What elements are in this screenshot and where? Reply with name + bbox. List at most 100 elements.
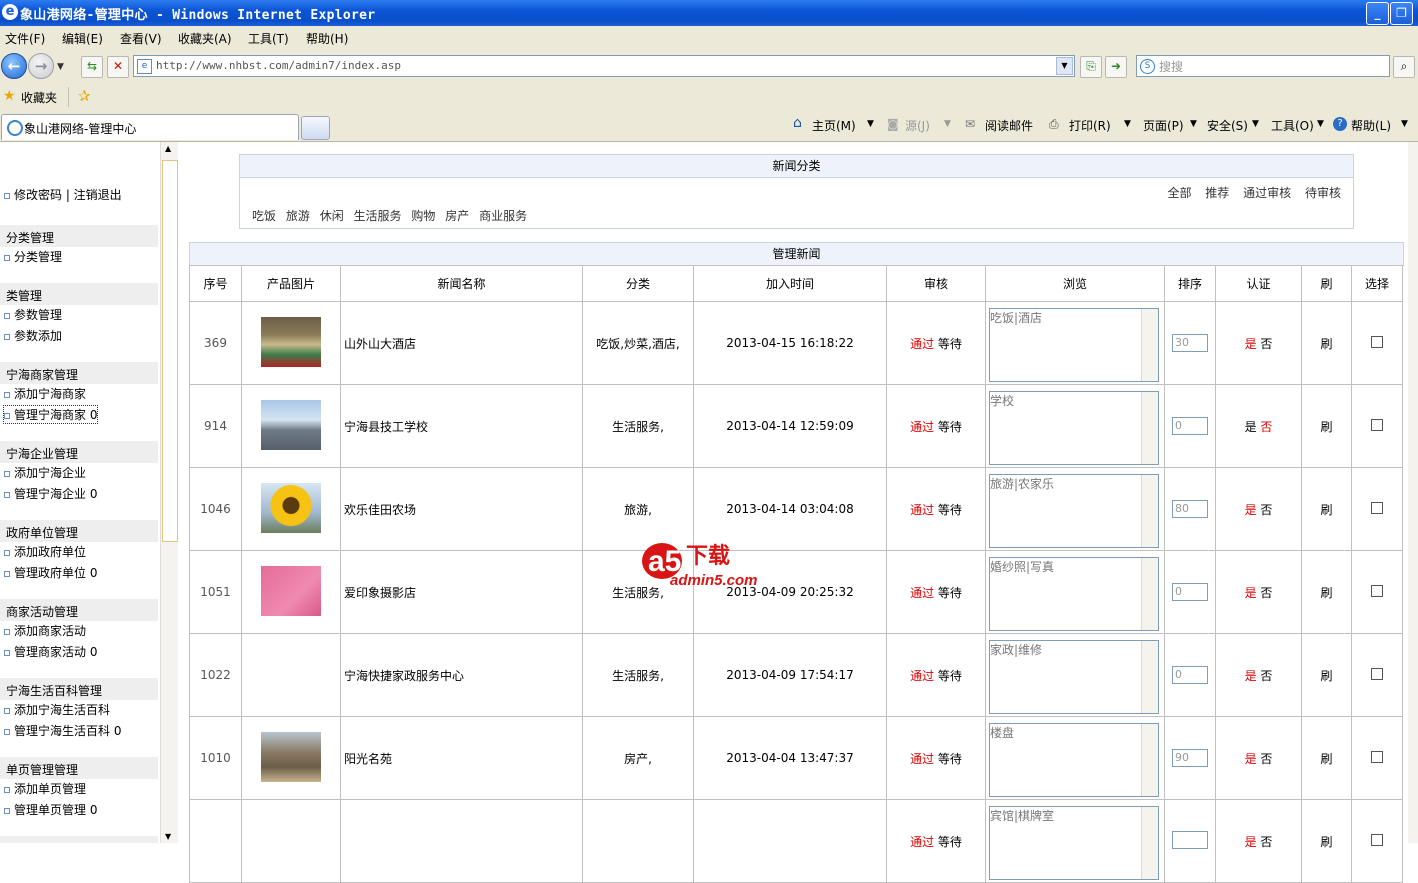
home-dropdown-icon[interactable]: ▼ bbox=[867, 119, 874, 129]
sort-input[interactable]: 80 bbox=[1172, 500, 1208, 518]
row-refresh[interactable]: 刷 bbox=[1301, 550, 1352, 634]
sort-input[interactable]: 0 bbox=[1172, 583, 1208, 601]
sidebar-item-enterprise-manage[interactable]: 管理宁海企业 0 bbox=[4, 485, 97, 502]
row-refresh[interactable]: 刷 bbox=[1301, 799, 1352, 883]
sort-input[interactable]: 0 bbox=[1172, 417, 1208, 435]
safety-command[interactable]: 安全(S) bbox=[1207, 117, 1248, 134]
sidebar-scroll-thumb[interactable] bbox=[162, 160, 178, 542]
select-checkbox[interactable] bbox=[1371, 833, 1383, 846]
approve-link[interactable]: 通过 bbox=[910, 586, 934, 600]
add-favorite-icon[interactable]: ✰ bbox=[78, 87, 91, 105]
cert-yes-link[interactable]: 是 bbox=[1245, 337, 1257, 351]
category-link[interactable]: 旅游 bbox=[286, 209, 310, 223]
print-dropdown-icon[interactable]: ▼ bbox=[1124, 119, 1131, 129]
cert-yes-link[interactable]: 是 bbox=[1245, 503, 1257, 517]
help-dropdown-icon[interactable]: ▼ bbox=[1401, 119, 1408, 129]
menu-favorites[interactable]: 收藏夹(A) bbox=[178, 30, 232, 47]
tab-active[interactable]: 象山港网络-管理中心 bbox=[1, 114, 299, 140]
row-name[interactable]: 山外山大酒店 bbox=[340, 301, 583, 385]
row-refresh[interactable]: 刷 bbox=[1301, 633, 1352, 717]
search-icon[interactable]: ⌕ bbox=[1393, 56, 1415, 78]
new-tab-button[interactable] bbox=[301, 116, 330, 140]
tags-textarea[interactable]: 宾馆|棋牌室 bbox=[989, 806, 1159, 880]
sidebar-item-life-add[interactable]: 添加宁海生活百科 bbox=[4, 701, 110, 718]
select-checkbox[interactable] bbox=[1371, 750, 1383, 763]
select-checkbox[interactable] bbox=[1371, 501, 1383, 514]
menu-tools[interactable]: 工具(T) bbox=[248, 30, 289, 47]
tools-dropdown-icon[interactable]: ▼ bbox=[1317, 119, 1324, 129]
search-field[interactable]: S 搜搜 bbox=[1136, 55, 1390, 77]
scroll-down-icon[interactable]: ▼ bbox=[165, 832, 171, 841]
sidebar-item-government-manage[interactable]: 管理政府单位 0 bbox=[4, 564, 97, 581]
row-name[interactable]: 宁海快捷家政服务中心 bbox=[340, 633, 583, 717]
row-refresh[interactable]: 刷 bbox=[1301, 467, 1352, 551]
cert-yes-link[interactable]: 是 bbox=[1245, 586, 1257, 600]
approve-link[interactable]: 通过 bbox=[910, 669, 934, 683]
compat-view-icon[interactable]: ⎘ bbox=[1080, 56, 1102, 78]
menu-help[interactable]: 帮助(H) bbox=[306, 30, 348, 47]
go-icon[interactable]: ➜ bbox=[1105, 56, 1127, 78]
row-name[interactable]: 阳光名苑 bbox=[340, 716, 583, 800]
back-button[interactable]: ← bbox=[1, 53, 27, 79]
sidebar-item-enterprise-add[interactable]: 添加宁海企业 bbox=[4, 464, 86, 481]
sidebar-item-life-manage[interactable]: 管理宁海生活百科 0 bbox=[4, 722, 121, 739]
row-refresh[interactable]: 刷 bbox=[1301, 301, 1352, 385]
tags-textarea[interactable]: 吃饭|酒店 bbox=[989, 308, 1159, 382]
wait-link[interactable]: 等待 bbox=[938, 669, 962, 683]
tags-textarea[interactable]: 婚纱照|写真 bbox=[989, 557, 1159, 631]
menu-view[interactable]: 查看(V) bbox=[120, 30, 162, 47]
row-name[interactable]: 爱印象摄影店 bbox=[340, 550, 583, 634]
sidebar-item-activity-manage[interactable]: 管理商家活动 0 bbox=[4, 643, 97, 660]
filter-pending[interactable]: 待审核 bbox=[1305, 186, 1341, 200]
page-dropdown-icon[interactable]: ▼ bbox=[1190, 119, 1197, 129]
print-command[interactable]: 打印(R) bbox=[1069, 117, 1111, 134]
cert-no-link[interactable]: 否 bbox=[1260, 586, 1272, 600]
cert-no-link[interactable]: 否 bbox=[1260, 752, 1272, 766]
cert-no-link[interactable]: 否 bbox=[1260, 503, 1272, 517]
menu-edit[interactable]: 编辑(E) bbox=[62, 30, 103, 47]
category-link[interactable]: 房产 bbox=[445, 209, 469, 223]
approve-link[interactable]: 通过 bbox=[910, 337, 934, 351]
mail-icon[interactable]: ✉ bbox=[965, 117, 975, 131]
textarea-scrollbar[interactable] bbox=[1141, 807, 1158, 879]
row-refresh[interactable]: 刷 bbox=[1301, 384, 1352, 468]
filter-all[interactable]: 全部 bbox=[1167, 186, 1191, 200]
filter-recommended[interactable]: 推荐 bbox=[1205, 186, 1229, 200]
scroll-up-icon[interactable]: ▲ bbox=[165, 144, 171, 153]
select-checkbox[interactable] bbox=[1371, 667, 1383, 680]
tools-command[interactable]: 工具(O) bbox=[1271, 117, 1314, 134]
wait-link[interactable]: 等待 bbox=[938, 586, 962, 600]
sidebar-item-param-manage[interactable]: 参数管理 bbox=[4, 306, 62, 323]
category-link[interactable]: 休闲 bbox=[320, 209, 344, 223]
sidebar-item-activity-add[interactable]: 添加商家活动 bbox=[4, 622, 86, 639]
category-link[interactable]: 吃饭 bbox=[252, 209, 276, 223]
sidebar-item-merchant-add[interactable]: 添加宁海商家 bbox=[4, 385, 86, 402]
textarea-scrollbar[interactable] bbox=[1141, 558, 1158, 630]
textarea-scrollbar[interactable] bbox=[1141, 641, 1158, 713]
favorites-star-icon[interactable]: ★ bbox=[3, 88, 16, 104]
category-link[interactable]: 商业服务 bbox=[479, 209, 527, 223]
home-icon[interactable]: ⌂ bbox=[793, 115, 802, 131]
sort-input[interactable]: 0 bbox=[1172, 666, 1208, 684]
refresh-icon[interactable]: ⇆ bbox=[81, 56, 103, 78]
category-link[interactable]: 生活服务 bbox=[354, 209, 402, 223]
print-icon[interactable]: ⎙ bbox=[1049, 117, 1059, 132]
wait-link[interactable]: 等待 bbox=[938, 752, 962, 766]
sidebar-item-page-manage[interactable]: 管理单页管理 0 bbox=[4, 801, 97, 818]
wait-link[interactable]: 等待 bbox=[938, 337, 962, 351]
home-command[interactable]: 主页(M) bbox=[812, 117, 856, 134]
page-scrollbar[interactable] bbox=[1408, 142, 1418, 843]
approve-link[interactable]: 通过 bbox=[910, 835, 934, 849]
textarea-scrollbar[interactable] bbox=[1141, 392, 1158, 464]
sort-input[interactable]: 90 bbox=[1172, 749, 1208, 767]
history-dropdown-icon[interactable]: ▼ bbox=[57, 62, 64, 72]
cert-yes-link[interactable]: 是 bbox=[1245, 420, 1257, 434]
row-refresh[interactable]: 刷 bbox=[1301, 716, 1352, 800]
help-command[interactable]: 帮助(L) bbox=[1351, 117, 1391, 134]
cert-no-link[interactable]: 否 bbox=[1260, 835, 1272, 849]
menu-file[interactable]: 文件(F) bbox=[5, 30, 45, 47]
sidebar-scrollbar[interactable]: ▲ ▼ bbox=[160, 142, 178, 843]
page-command[interactable]: 页面(P) bbox=[1143, 117, 1184, 134]
sidebar-item-merchant-manage[interactable]: 管理宁海商家 0 bbox=[2, 405, 99, 424]
row-name[interactable] bbox=[340, 799, 583, 883]
